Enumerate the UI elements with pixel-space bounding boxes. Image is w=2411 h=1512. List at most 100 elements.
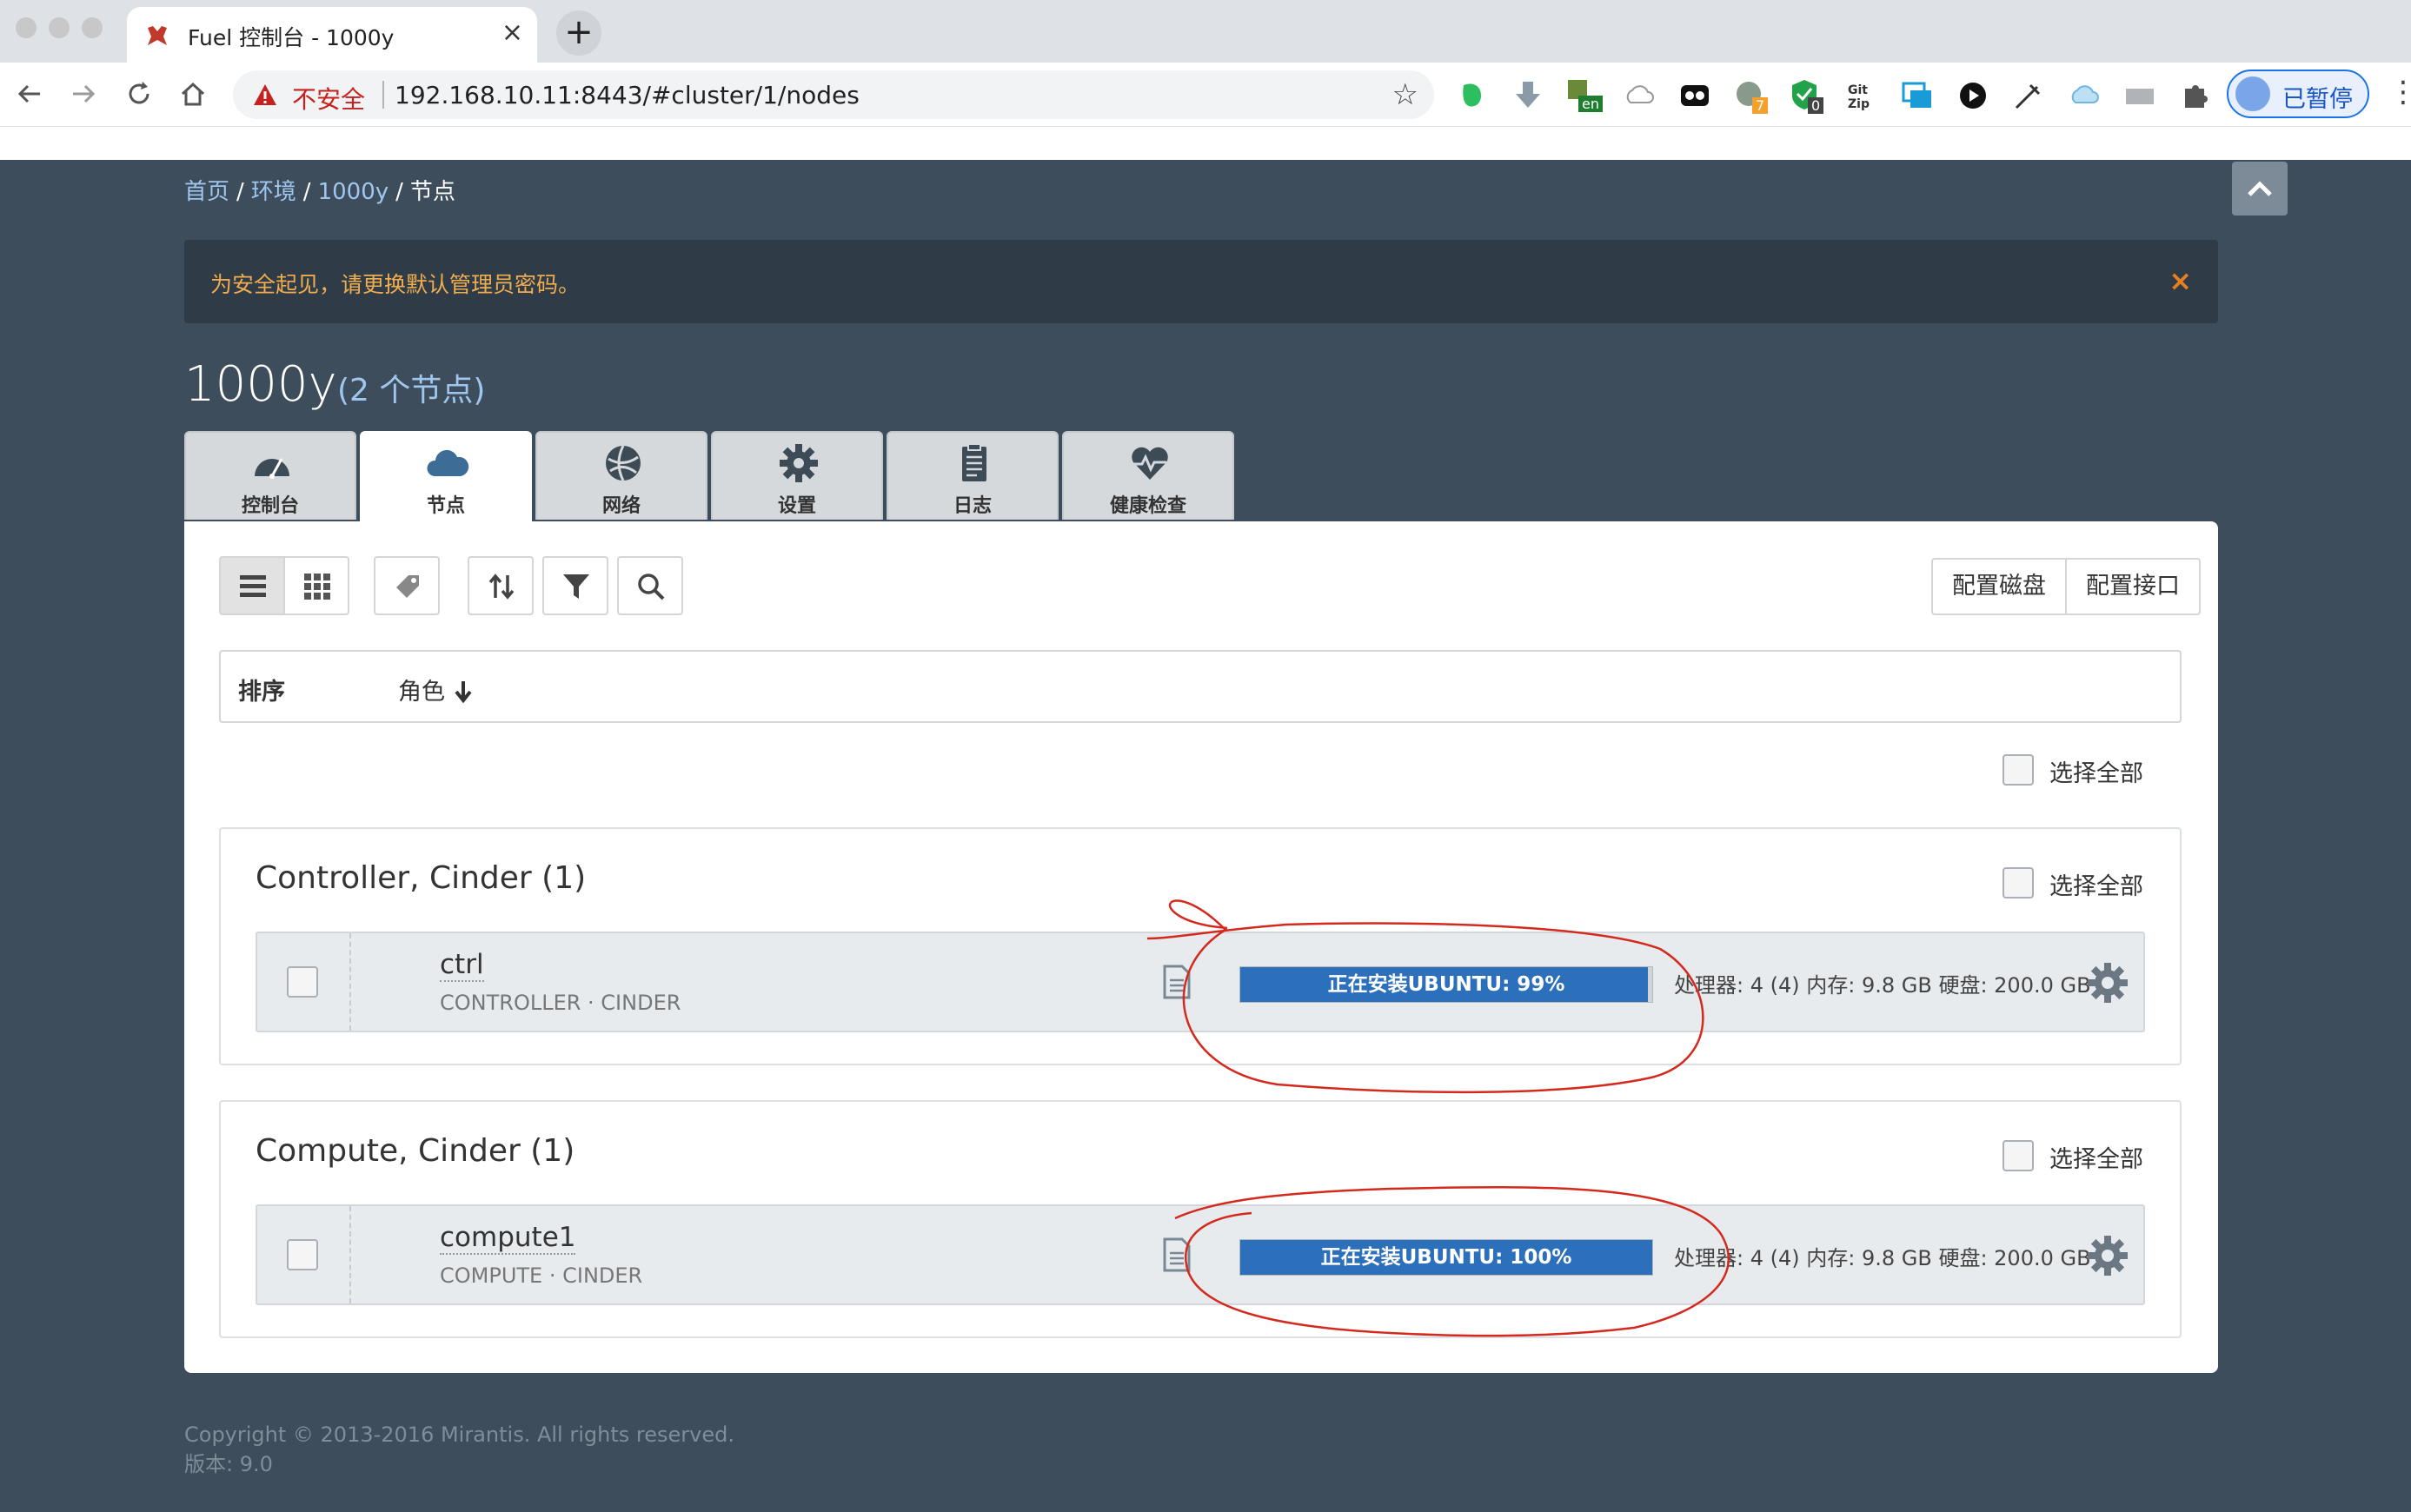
scroll-to-top-button[interactable] xyxy=(2232,162,2288,216)
chevron-up-icon xyxy=(2248,181,2272,196)
new-tab-button[interactable]: + xyxy=(556,10,601,56)
profile-status-label: 已暂停 xyxy=(2282,86,2353,113)
window-close-dot[interactable] xyxy=(16,17,37,38)
tab-settings[interactable]: 设置 xyxy=(711,431,883,520)
translate-badge: en xyxy=(1578,96,1603,112)
not-secure-label[interactable]: 不安全 xyxy=(292,81,365,116)
group-title: Compute, Cinder (1) xyxy=(256,1133,575,1169)
node-name[interactable]: compute1 xyxy=(440,1222,576,1255)
translate-extension-icon[interactable]: en xyxy=(1566,78,1603,113)
node-checkbox[interactable] xyxy=(287,966,318,998)
back-icon[interactable] xyxy=(14,78,45,109)
config-interfaces-button[interactable]: 配置接口 xyxy=(2065,558,2201,615)
folder-extension-icon[interactable] xyxy=(2122,78,2157,113)
search-button[interactable] xyxy=(617,556,683,615)
sort-by-role-button[interactable]: 角色 xyxy=(398,673,474,706)
shield-extension-icon[interactable]: 0 xyxy=(1789,78,1824,114)
mask-extension-icon[interactable] xyxy=(1677,78,1712,113)
svg-text:Zip: Zip xyxy=(1848,97,1870,111)
sort-role-label: 角色 xyxy=(398,679,445,706)
tab-label: 日志 xyxy=(953,495,992,517)
alert-close-icon[interactable]: × xyxy=(2169,264,2192,297)
tab-network[interactable]: 网络 xyxy=(535,431,707,520)
breadcrumb-environments[interactable]: 环境 xyxy=(251,179,296,205)
heart-pulse-icon xyxy=(1132,447,1168,480)
node-name[interactable]: ctrl xyxy=(440,949,484,982)
app-header-strip xyxy=(0,127,2411,160)
install-progress-bar: 正在安装UBUNTU: 99% xyxy=(1239,966,1653,1003)
forward-icon[interactable] xyxy=(68,78,99,109)
install-progress-bar: 正在安装UBUNTU: 100% xyxy=(1239,1239,1653,1276)
cloud-sync-extension-icon[interactable] xyxy=(2067,78,2102,113)
screenshot-extension-icon[interactable] xyxy=(1900,78,1935,113)
select-all-label: 选择全部 xyxy=(2049,760,2143,787)
breadcrumb-environment[interactable]: 1000y xyxy=(318,179,389,205)
sort-bar: 排序 角色 xyxy=(219,650,2182,723)
breadcrumb-current: 节点 xyxy=(409,179,455,205)
cloud-extension-icon[interactable] xyxy=(1622,78,1657,113)
document-icon[interactable] xyxy=(1163,965,1191,999)
password-warning-alert: 为安全起见，请更换默认管理员密码。 × xyxy=(184,240,2218,323)
document-icon[interactable] xyxy=(1163,1237,1191,1272)
progress-label: 正在安装UBUNTU: 100% xyxy=(1320,1246,1572,1269)
browser-toolbar: 不安全 192.168.10.11:8443/#cluster/1/nodes … xyxy=(0,63,2411,127)
group-select-all-checkbox[interactable] xyxy=(2003,867,2034,899)
node-row[interactable]: compute1 COMPUTE · CINDER 正在安装UBUNTU: 10… xyxy=(256,1204,2145,1305)
page-footer: Copyright © 2013-2016 Mirantis. All righ… xyxy=(184,1420,734,1479)
tab-label: 控制台 xyxy=(241,495,299,517)
tab-nodes[interactable]: 节点 xyxy=(360,431,532,523)
browser-menu-icon[interactable]: ⋮ xyxy=(2388,75,2411,109)
dashboard-icon xyxy=(255,458,289,479)
bookmark-star-icon[interactable]: ☆ xyxy=(1392,77,1418,112)
close-tab-icon[interactable]: × xyxy=(501,17,523,48)
search-icon xyxy=(638,574,665,600)
node-checkbox[interactable] xyxy=(287,1239,318,1270)
gitzip-extension-icon[interactable]: GitZip xyxy=(1844,78,1879,113)
download-extension-icon[interactable] xyxy=(1511,78,1545,113)
tab-health-check[interactable]: 健康检查 xyxy=(1062,431,1234,520)
filter-button[interactable] xyxy=(542,556,608,615)
player-extension-icon[interactable] xyxy=(1956,78,1990,113)
grid-view-button[interactable] xyxy=(283,556,349,615)
wechat-extension-icon[interactable]: 7 xyxy=(1733,78,1769,114)
tab-label: 节点 xyxy=(426,495,465,517)
home-icon[interactable] xyxy=(177,78,209,109)
profile-button[interactable]: 已暂停 xyxy=(2227,70,2369,118)
breadcrumb-separator: / xyxy=(395,179,403,205)
tab-logs[interactable]: 日志 xyxy=(887,431,1059,520)
tab-dashboard[interactable]: 控制台 xyxy=(184,431,356,520)
breadcrumb-separator: / xyxy=(236,179,244,205)
warning-icon xyxy=(254,84,276,105)
node-specs: 处理器: 4 (4) 内存: 9.8 GB 硬盘: 200.0 GB xyxy=(1674,973,2091,998)
select-all-checkbox[interactable] xyxy=(2003,754,2034,786)
config-disks-button[interactable]: 配置磁盘 xyxy=(1931,558,2067,615)
url-text[interactable]: 192.168.10.11:8443/#cluster/1/nodes xyxy=(395,81,860,109)
copyright-text: Copyright © 2013-2016 Mirantis. All righ… xyxy=(184,1422,734,1447)
page-title: 1000y xyxy=(184,356,337,413)
breadcrumb-home[interactable]: 首页 xyxy=(184,179,229,205)
node-group-compute: Compute, Cinder (1) 选择全部 compute1 COMPUT… xyxy=(219,1100,2182,1338)
gear-icon[interactable] xyxy=(2086,1234,2129,1277)
gear-icon[interactable] xyxy=(2086,961,2129,1005)
puzzle-extensions-icon[interactable] xyxy=(2178,78,2213,113)
group-title: Controller, Cinder (1) xyxy=(256,860,587,896)
pen-extension-icon[interactable] xyxy=(2011,78,2046,113)
reload-icon[interactable] xyxy=(123,78,155,109)
alert-message: 为安全起见，请更换默认管理员密码。 xyxy=(210,272,581,297)
wechat-badge: 7 xyxy=(1752,97,1769,114)
window-minimize-dot[interactable] xyxy=(49,17,70,38)
window-zoom-dot[interactable] xyxy=(82,17,103,38)
filter-icon xyxy=(563,574,589,599)
node-roles: CONTROLLER · CINDER xyxy=(440,991,681,1015)
sort-button[interactable] xyxy=(468,556,534,615)
node-roles: COMPUTE · CINDER xyxy=(440,1263,643,1288)
node-row[interactable]: ctrl CONTROLLER · CINDER 正在安装UBUNTU: 99%… xyxy=(256,932,2145,1032)
browser-tab[interactable]: Fuel 控制台 - 1000y × xyxy=(127,7,537,63)
list-view-button[interactable] xyxy=(219,556,285,615)
address-bar[interactable]: 不安全 192.168.10.11:8443/#cluster/1/nodes … xyxy=(233,70,1434,119)
group-select-all-checkbox[interactable] xyxy=(2003,1140,2034,1171)
node-divider xyxy=(349,1206,351,1303)
avatar xyxy=(2235,76,2270,111)
labels-button[interactable] xyxy=(374,556,440,615)
evernote-extension-icon[interactable] xyxy=(1455,78,1490,113)
